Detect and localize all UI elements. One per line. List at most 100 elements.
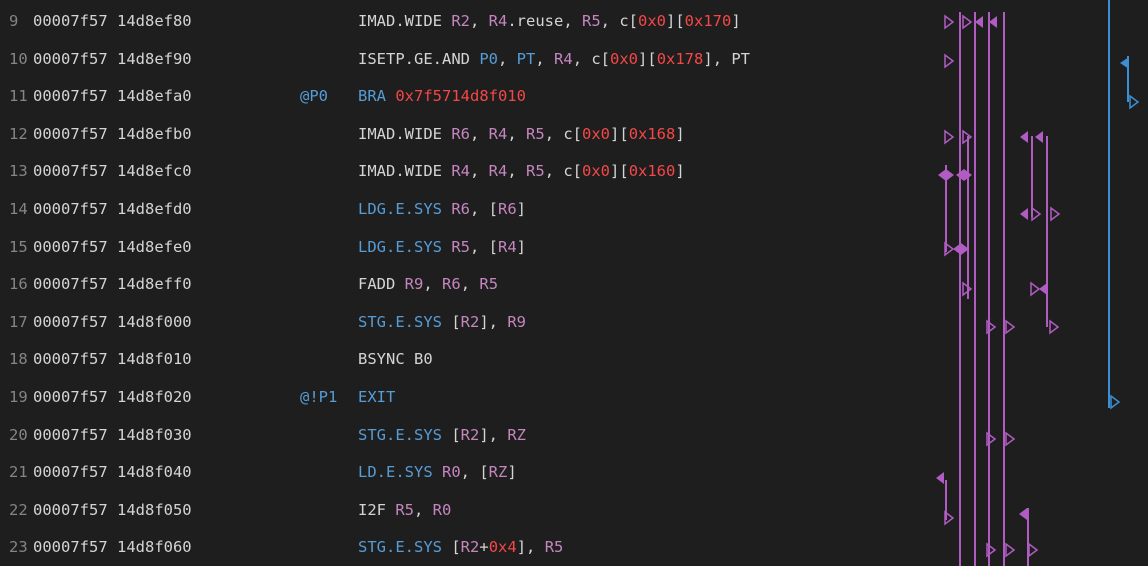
- line-number: 23: [9, 538, 28, 557]
- instruction-token: 0x0: [582, 162, 611, 181]
- instruction-address: 00007f57 14d8efc0: [33, 162, 192, 181]
- line-number: 16: [9, 275, 28, 294]
- disassembly-row[interactable]: 10 00007f57 14d8ef90 ISETP.GE.AND P0, PT, …: [0, 45, 1148, 74]
- instruction-text: LDG.E.SYS R5, [R4]: [358, 233, 526, 262]
- instruction-token: , [: [470, 237, 498, 256]
- disassembly-row[interactable]: 20 00007f57 14d8f030 STG.E.SYS [R2], RZ: [0, 421, 1148, 450]
- instruction-token: 0x0: [582, 124, 611, 143]
- instruction-text: FADD R9, R6, R5: [358, 270, 498, 299]
- line-number: 13: [9, 162, 28, 181]
- disassembly-row[interactable]: 9 00007f57 14d8ef80 IMAD.WIDE R2, R4.reuse…: [0, 7, 1148, 36]
- instruction-token: R5: [526, 162, 545, 181]
- instruction-token: RZ: [507, 425, 527, 444]
- instruction-token: ]: [516, 237, 527, 256]
- line-number: 11: [9, 87, 28, 106]
- disassembly-row[interactable]: 12 00007f57 14d8efb0 IMAD.WIDE R6, R4, R5,…: [0, 120, 1148, 149]
- instruction-token: R4: [488, 124, 508, 143]
- disassembly-row[interactable]: 16 00007f57 14d8eff0 FADD R9, R6, R5: [0, 270, 1148, 299]
- instruction-token: R4: [488, 12, 508, 30]
- instruction-address: 00007f57 14d8efa0: [33, 87, 192, 106]
- instruction-text: IMAD.WIDE R2, R4.reuse, R5, c[0x0][0x170…: [358, 7, 741, 36]
- instruction-token: R0: [442, 463, 461, 482]
- instruction-token: IMAD.WIDE: [358, 162, 452, 181]
- instruction-token: , c[: [544, 162, 583, 181]
- instruction-token: ISETP.GE.AND: [358, 49, 480, 68]
- instruction-token: ]: [507, 463, 517, 482]
- instruction-text: STG.E.SYS [R2], R9: [358, 308, 526, 337]
- instruction-token: ][: [610, 162, 629, 181]
- disassembly-row[interactable]: 15 00007f57 14d8efe0 LDG.E.SYS R5, [R4]: [0, 233, 1148, 262]
- instruction-token: ]: [516, 200, 527, 218]
- instruction-token: IMAD.WIDE: [358, 12, 452, 30]
- disassembly-row[interactable]: 13 00007f57 14d8efc0 IMAD.WIDE R4, R4, R5,…: [0, 157, 1148, 186]
- instruction-token: R4: [488, 162, 508, 181]
- line-number: 14: [9, 200, 28, 218]
- instruction-token: R6: [451, 200, 470, 218]
- line-number: 9: [9, 12, 19, 30]
- disassembly-row[interactable]: 18 00007f57 14d8f010 BSYNC B0: [0, 345, 1148, 374]
- instruction-token: FADD: [358, 275, 405, 294]
- instruction-address: 00007f57 14d8ef80: [33, 12, 192, 30]
- instruction-token: ],: [479, 425, 508, 444]
- instruction-token: , c[: [544, 124, 583, 143]
- instruction-token: ],: [516, 538, 545, 557]
- instruction-address: 00007f57 14d8efd0: [33, 200, 192, 218]
- line-number: 20: [9, 425, 28, 444]
- instruction-token: R6: [442, 275, 461, 294]
- instruction-text: STG.E.SYS [R2+0x4], R5: [358, 533, 563, 562]
- instruction-token: LDG.E.SYS: [358, 237, 452, 256]
- instruction-token: ,: [470, 162, 489, 181]
- instruction-token: LDG.E.SYS: [358, 200, 452, 218]
- instruction-token: R5: [395, 500, 414, 519]
- instruction-token: ,: [470, 124, 489, 143]
- disassembly-row[interactable]: 11 00007f57 14d8efa0 @P0 BRA 0x7f5714d8f010: [0, 82, 1148, 111]
- instruction-text: EXIT: [358, 383, 395, 412]
- instruction-token: ],: [479, 312, 508, 331]
- instruction-token: ][: [610, 124, 629, 143]
- instruction-token: ]: [731, 12, 741, 30]
- line-number: 17: [9, 312, 28, 331]
- instruction-address: 00007f57 14d8efe0: [33, 237, 192, 256]
- instruction-token: [: [451, 312, 461, 331]
- instruction-token: R6: [451, 124, 470, 143]
- instruction-text: IMAD.WIDE R6, R4, R5, c[0x0][0x168]: [358, 120, 685, 149]
- disassembly-row[interactable]: 21 00007f57 14d8f040 LD.E.SYS R0, [RZ]: [0, 458, 1148, 487]
- instruction-token: 0x0: [638, 12, 666, 30]
- instruction-token: ]: [675, 124, 685, 143]
- instruction-token: , c[: [572, 49, 611, 68]
- instruction-token: R2: [460, 425, 480, 444]
- instruction-token: R5: [526, 124, 545, 143]
- instruction-token: R9: [404, 275, 424, 294]
- instruction-token: STG.E.SYS: [358, 538, 452, 557]
- disassembly-row[interactable]: 14 00007f57 14d8efd0 LDG.E.SYS R6, [R6]: [0, 195, 1148, 224]
- disassembly-row[interactable]: 19 00007f57 14d8f020 @!P1 EXIT: [0, 383, 1148, 412]
- instruction-token: R2: [460, 538, 480, 557]
- disassembly-row[interactable]: 22 00007f57 14d8f050 I2F R5, R0: [0, 496, 1148, 525]
- instruction-address: 00007f57 14d8f050: [33, 500, 192, 519]
- instruction-token: R5: [582, 12, 601, 30]
- instruction-token: R5: [479, 275, 499, 294]
- instruction-token: 0x7f5714d8f010: [395, 87, 526, 106]
- instruction-token: I2F: [358, 500, 396, 519]
- line-number: 12: [9, 124, 28, 143]
- instruction-address: 00007f57 14d8f020: [33, 388, 192, 406]
- instruction-token: BSYNC B0: [358, 350, 433, 369]
- instruction-token: ,: [507, 162, 527, 181]
- instruction-token: ]: [675, 162, 685, 181]
- instruction-token: , [: [460, 463, 489, 482]
- disassembly-row[interactable]: 17 00007f57 14d8f000 STG.E.SYS [R2], R9: [0, 308, 1148, 337]
- instruction-address: 00007f57 14d8ef90: [33, 49, 192, 68]
- instruction-address: 00007f57 14d8eff0: [33, 275, 192, 294]
- instruction-address: 00007f57 14d8efb0: [33, 124, 192, 143]
- instruction-text: ISETP.GE.AND P0, PT, R4, c[0x0][0x178], …: [358, 45, 750, 74]
- instruction-token: P0: [479, 49, 498, 68]
- instruction-token: R4: [554, 49, 573, 68]
- instruction-token: R4: [498, 237, 517, 256]
- instruction-token: [: [451, 538, 461, 557]
- disassembly-row[interactable]: 23 00007f57 14d8f060 STG.E.SYS [R2+0x4], R…: [0, 533, 1148, 562]
- instruction-token: STG.E.SYS: [358, 312, 452, 331]
- instruction-address: 00007f57 14d8f000: [33, 312, 192, 331]
- instruction-token: IMAD.WIDE: [358, 124, 452, 143]
- instruction-text: I2F R5, R0: [358, 496, 451, 525]
- instruction-token: BRA: [358, 87, 396, 106]
